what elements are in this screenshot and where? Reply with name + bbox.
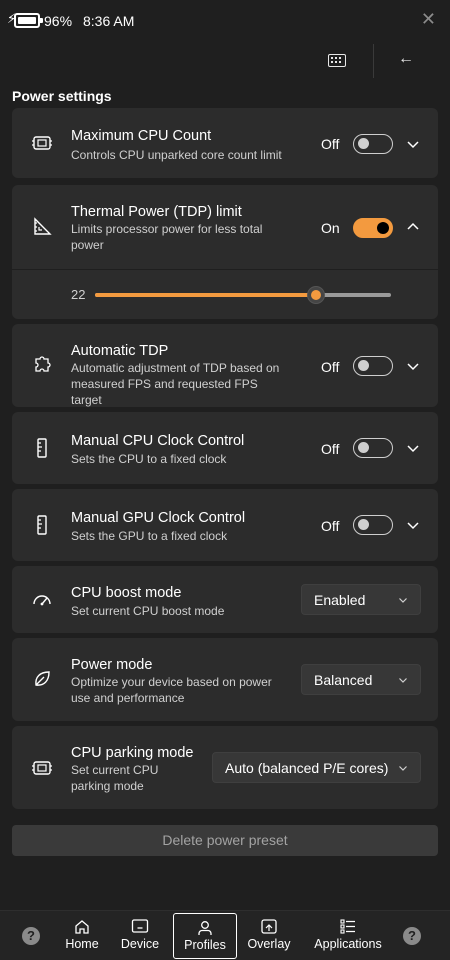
setting-manual-cpu-clock[interactable]: Manual CPU Clock Control Sets the CPU to…: [12, 412, 438, 484]
bottom-navigation: ? Home Device Profiles Overlay Applicati…: [0, 910, 450, 960]
back-arrow-icon[interactable]: ←: [398, 50, 414, 68]
setting-title: Maximum CPU Count: [71, 128, 212, 144]
person-icon: [198, 921, 212, 935]
select-value: Balanced: [314, 672, 373, 688]
setting-description: Sets the CPU to a fixed clock: [71, 452, 227, 466]
setting-description: Set current CPU parking mode: [71, 763, 159, 793]
help-icon[interactable]: ?: [22, 927, 40, 945]
toggle-state-label: Off: [321, 441, 340, 457]
keyboard-icon[interactable]: [328, 54, 346, 67]
nav-label: Device: [120, 937, 160, 951]
setting-cpu-parking-mode[interactable]: CPU parking mode Set current CPU parking…: [12, 726, 438, 809]
max-cpu-count-toggle[interactable]: [353, 134, 393, 154]
chevron-down-icon[interactable]: [405, 440, 421, 456]
setting-max-cpu-count[interactable]: Maximum CPU Count Controls CPU unparked …: [12, 108, 438, 178]
setting-description: Sets the GPU to a fixed clock: [71, 529, 228, 543]
tdp-limit-toggle[interactable]: [353, 218, 393, 238]
speedometer-icon: [33, 595, 51, 606]
overlay-icon: [261, 919, 277, 934]
device-icon: [131, 919, 149, 933]
tdp-slider[interactable]: [95, 286, 391, 304]
close-icon[interactable]: ✕: [421, 9, 436, 30]
ruler-triangle-icon: [34, 217, 52, 235]
status-bar: ⚡ 96% 8:36 AM ✕: [0, 0, 450, 42]
cpu-chip-icon: [32, 136, 52, 150]
nav-home[interactable]: Home: [58, 911, 106, 960]
setting-power-mode[interactable]: Power mode Optimize your device based on…: [12, 638, 438, 721]
setting-description: Set current CPU boost mode: [71, 604, 225, 618]
nav-device[interactable]: Device: [116, 911, 164, 960]
setting-title: Power mode: [71, 657, 153, 673]
ruler-icon: [37, 438, 47, 458]
setting-title: Automatic TDP: [71, 343, 169, 359]
setting-manual-gpu-clock[interactable]: Manual GPU Clock Control Sets the GPU to…: [12, 489, 438, 561]
chevron-down-icon[interactable]: [405, 136, 421, 152]
tdp-slider-thumb[interactable]: [306, 286, 325, 304]
delete-power-preset-button[interactable]: Delete power preset: [12, 825, 438, 856]
toolbar-divider: [373, 44, 374, 78]
section-title: Power settings: [12, 88, 112, 104]
cpu-chip-icon: [32, 761, 52, 775]
setting-tdp-limit[interactable]: Thermal Power (TDP) limit Limits process…: [12, 185, 438, 269]
setting-description: Optimize your device based on power use …: [71, 675, 272, 705]
select-value: Enabled: [314, 592, 366, 608]
power-mode-select[interactable]: Balanced: [301, 664, 421, 695]
tdp-slider-value: 22: [71, 287, 86, 302]
setting-title: CPU boost mode: [71, 585, 182, 601]
tdp-slider-fill: [95, 293, 316, 297]
nav-label: Profiles: [184, 938, 226, 952]
chevron-down-icon: [399, 678, 407, 683]
toggle-state-label: Off: [321, 136, 340, 152]
chevron-down-icon[interactable]: [405, 358, 421, 374]
chevron-down-icon: [399, 598, 407, 603]
ruler-icon: [37, 515, 47, 535]
setting-title: Manual GPU Clock Control: [71, 510, 246, 526]
home-icon: [75, 920, 89, 934]
manual-cpu-clock-toggle[interactable]: [353, 438, 393, 458]
cpu-boost-mode-select[interactable]: Enabled: [301, 584, 421, 615]
nav-label: Applications: [314, 937, 382, 951]
nav-label: Home: [65, 937, 99, 951]
manual-gpu-clock-toggle[interactable]: [353, 515, 393, 535]
battery-percent: 96%: [44, 13, 73, 29]
setting-title: CPU parking mode: [71, 745, 194, 761]
leaf-icon: [35, 671, 50, 686]
toggle-state-label: Off: [321, 359, 340, 375]
cpu-parking-mode-select[interactable]: Auto (balanced P/E cores): [212, 752, 421, 783]
nav-overlay[interactable]: Overlay: [245, 911, 293, 960]
toggle-state-label: Off: [321, 518, 340, 534]
toggle-state-label: On: [321, 220, 340, 236]
automatic-tdp-toggle[interactable]: [353, 356, 393, 376]
setting-description: Limits processor power for less total po…: [71, 222, 263, 252]
puzzle-icon: [35, 356, 51, 372]
battery-icon: ⚡: [7, 11, 43, 28]
chevron-down-icon: [399, 766, 407, 771]
setting-automatic-tdp[interactable]: Automatic TDP Automatic adjustment of TD…: [12, 324, 438, 407]
nav-profiles[interactable]: Profiles: [173, 913, 237, 959]
setting-title: Thermal Power (TDP) limit: [71, 204, 242, 220]
setting-description: Controls CPU unparked core count limit: [71, 148, 282, 162]
select-value: Auto (balanced P/E cores): [225, 760, 389, 776]
setting-cpu-boost-mode[interactable]: CPU boost mode Set current CPU boost mod…: [12, 566, 438, 633]
clock-time: 8:36 AM: [83, 13, 135, 29]
list-icon: [340, 919, 355, 934]
nav-label: Overlay: [247, 937, 291, 951]
setting-title: Manual CPU Clock Control: [71, 433, 245, 449]
chevron-down-icon[interactable]: [405, 517, 421, 533]
setting-description: Automatic adjustment of TDP based on mea…: [71, 361, 280, 407]
tdp-slider-panel: 22: [12, 269, 438, 319]
chevron-up-icon[interactable]: [405, 219, 421, 235]
nav-applications[interactable]: Applications: [308, 911, 388, 960]
help-icon[interactable]: ?: [403, 927, 421, 945]
